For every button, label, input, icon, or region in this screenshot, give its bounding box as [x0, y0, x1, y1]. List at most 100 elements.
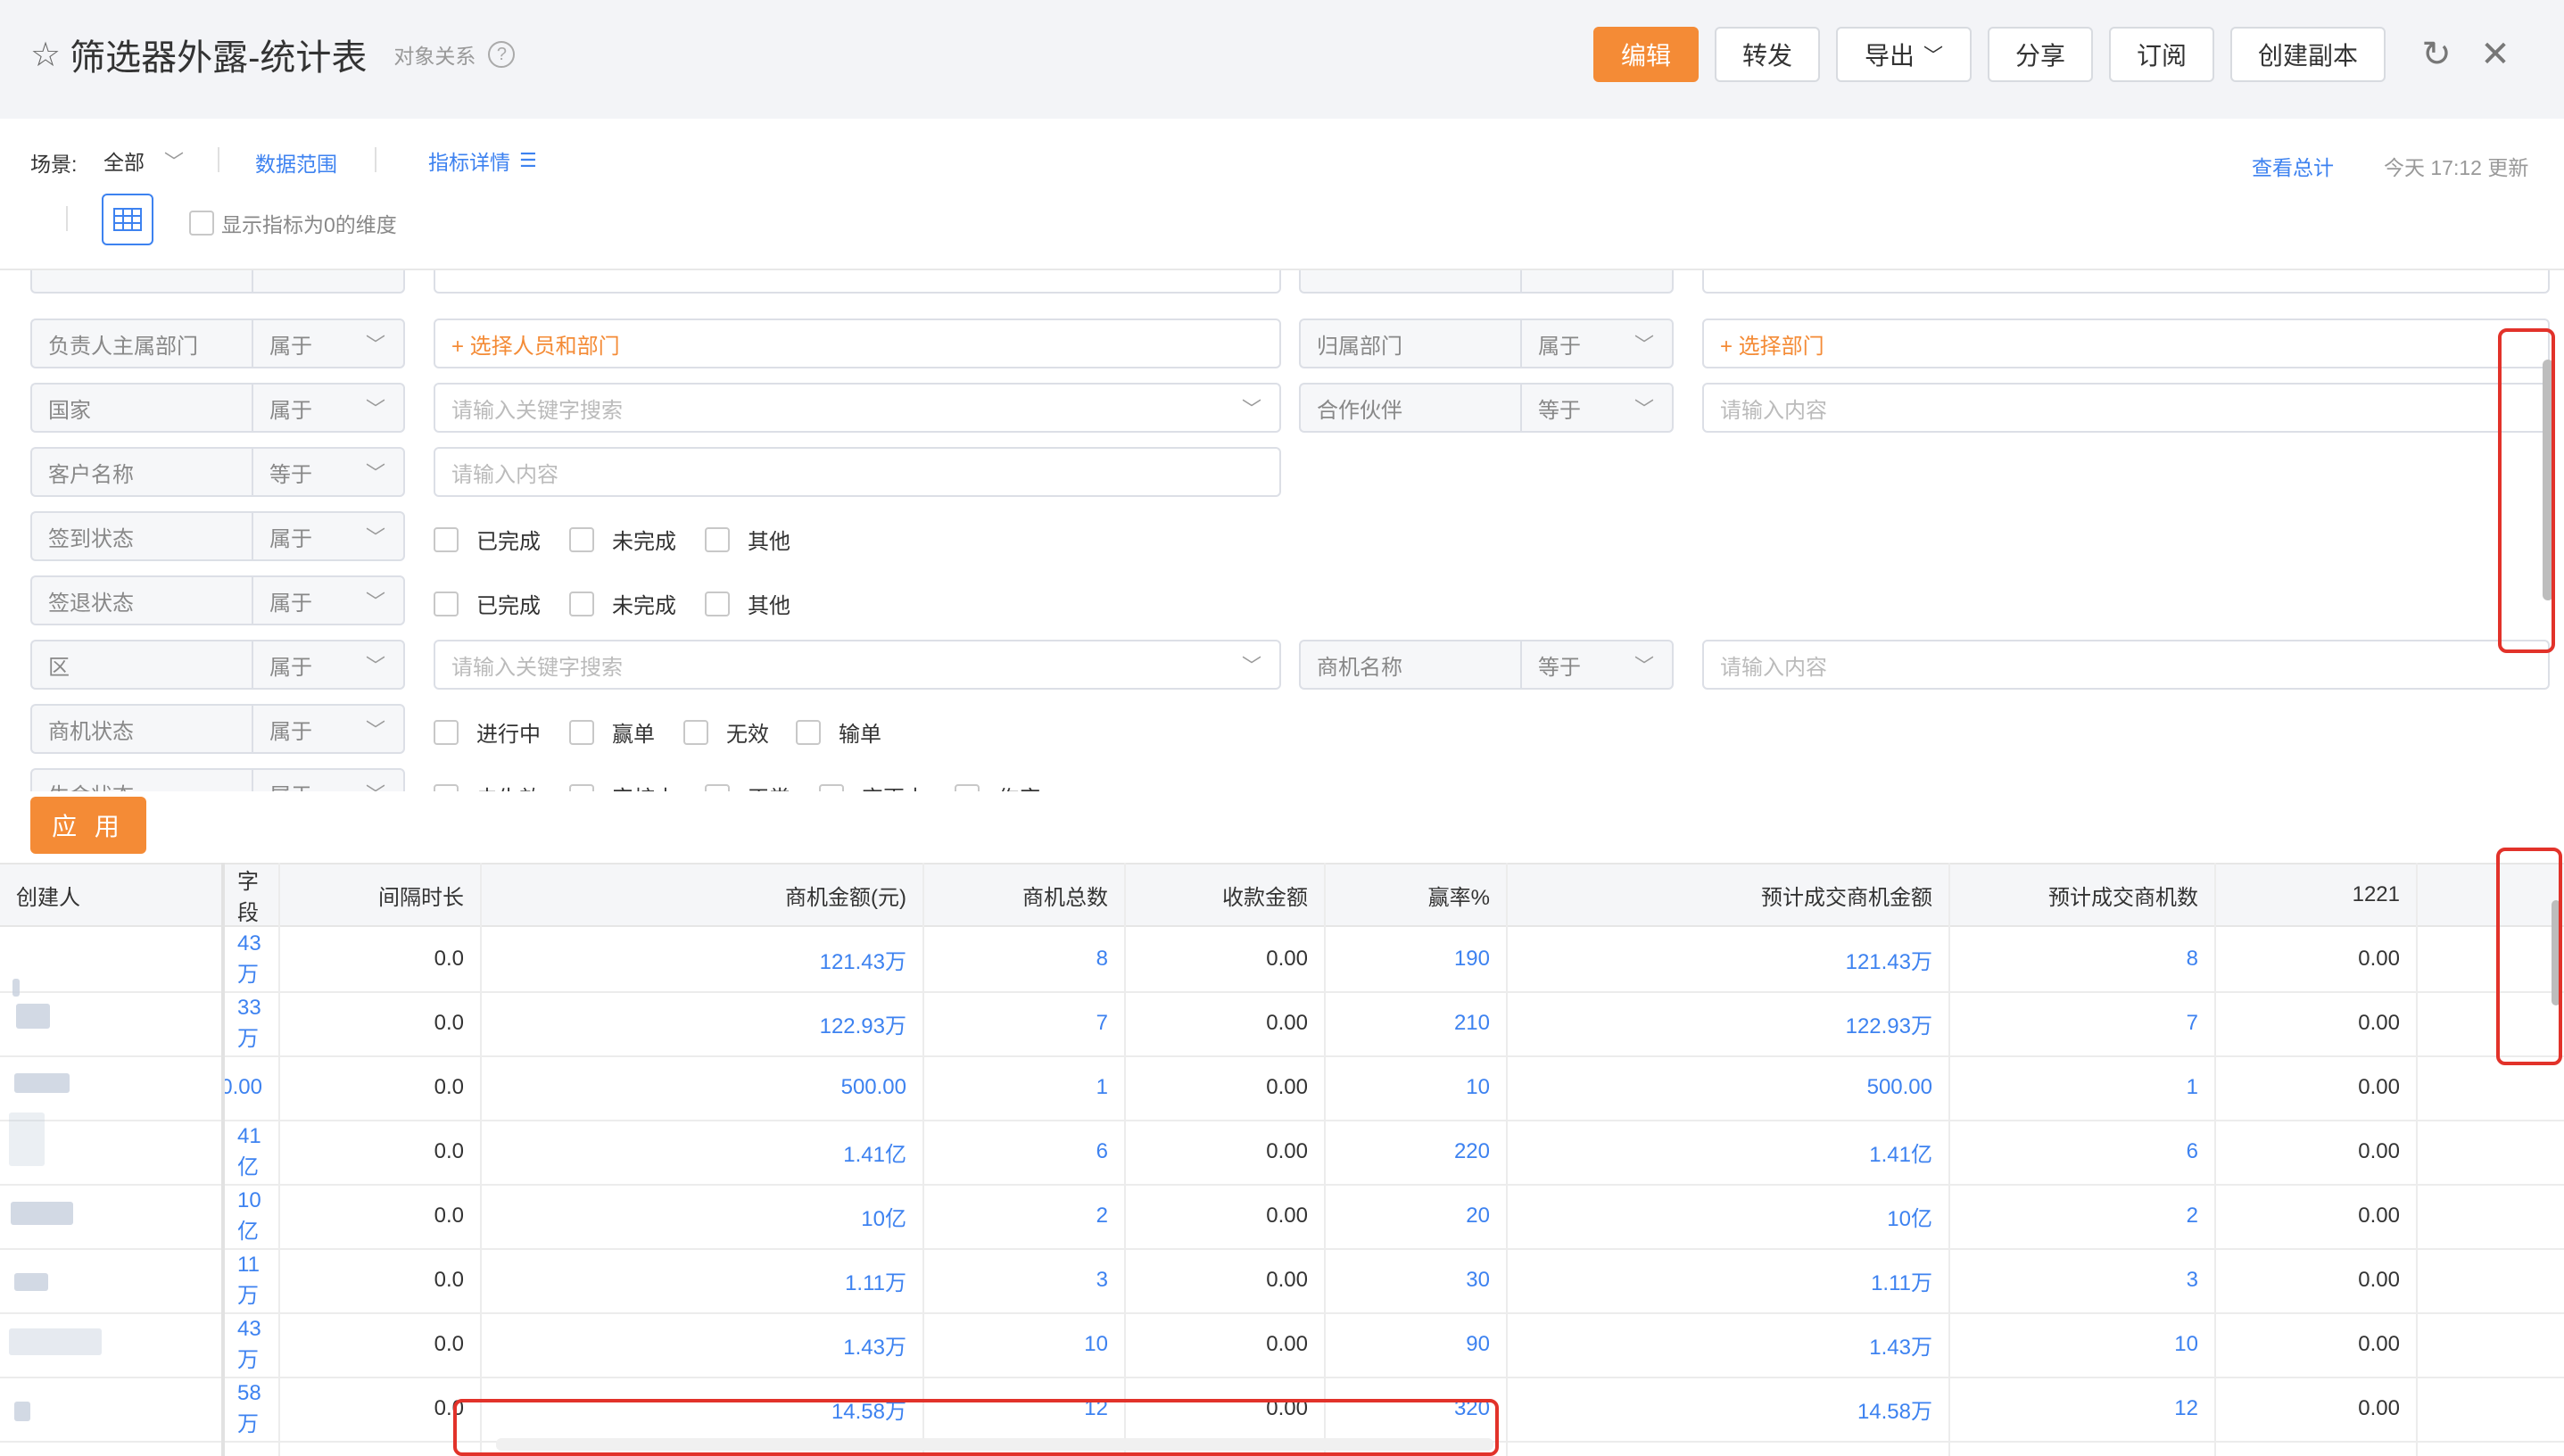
checkbox[interactable]: [569, 783, 594, 791]
filter-operator-select[interactable]: 属于 ﹀: [252, 318, 405, 368]
checkout-other-option[interactable]: 其他: [705, 588, 790, 619]
status-invalid-option[interactable]: 无效: [683, 716, 769, 748]
checkbox[interactable]: [434, 719, 459, 745]
table-cell[interactable]: 3: [922, 1248, 1124, 1312]
table-cell[interactable]: 121.43万: [480, 927, 922, 991]
table-cell[interactable]: 6: [922, 1120, 1124, 1184]
checkbox[interactable]: [569, 591, 594, 616]
table-cell[interactable]: 10: [1948, 1312, 2214, 1377]
select-people-input[interactable]: + 选择人员和部门: [434, 318, 1281, 368]
checkbox[interactable]: [189, 211, 214, 236]
checkin-undone-option[interactable]: 未完成: [569, 524, 676, 555]
filter-operator-select[interactable]: 属于 ﹀: [252, 768, 405, 791]
checkbox[interactable]: [955, 783, 980, 791]
country-search-select[interactable]: 请输入关键字搜索 ﹀: [434, 383, 1281, 433]
life-status-option[interactable]: 变更中: [819, 781, 926, 791]
checkbox[interactable]: [796, 719, 821, 745]
column-header[interactable]: 创建人: [0, 863, 221, 927]
share-button[interactable]: 分享: [1988, 27, 2093, 82]
checkbox[interactable]: [569, 719, 594, 745]
create-copy-button[interactable]: 创建副本: [2230, 27, 2386, 82]
checkbox[interactable]: [705, 783, 730, 791]
life-status-option[interactable]: 审核中: [569, 781, 676, 791]
column-header[interactable]: 字段: [221, 863, 278, 927]
table-cell[interactable]: 1.11万: [480, 1248, 922, 1312]
table-cell[interactable]: 210: [1324, 991, 1506, 1055]
metric-detail-link[interactable]: 指标详情 ☰: [428, 145, 537, 176]
refresh-icon[interactable]: ↻: [2414, 32, 2459, 77]
forward-button[interactable]: 转发: [1715, 27, 1820, 82]
table-cell[interactable]: 10亿: [1506, 1184, 1948, 1248]
data-range-link[interactable]: 数据范围: [255, 147, 337, 178]
table-cell[interactable]: 7: [1948, 991, 2214, 1055]
filter-operator-select[interactable]: 等于 ﹀: [1520, 383, 1674, 433]
customer-input[interactable]: 请输入内容: [434, 447, 1281, 497]
checkout-undone-option[interactable]: 未完成: [569, 588, 676, 619]
table-cell[interactable]: 220: [1324, 1120, 1506, 1184]
column-header[interactable]: 预计成交商机数: [1948, 863, 2214, 927]
column-header[interactable]: 商机金额(元): [480, 863, 922, 927]
table-cell[interactable]: 1.43万: [480, 1312, 922, 1377]
table-cell[interactable]: 33万: [221, 991, 278, 1055]
checkbox[interactable]: [569, 526, 594, 552]
life-status-option[interactable]: 未生效: [434, 781, 541, 791]
edit-button[interactable]: 编辑: [1593, 27, 1699, 82]
table-cell[interactable]: 10: [922, 1312, 1124, 1377]
select-dept-input[interactable]: + 选择部门: [1702, 318, 2550, 368]
table-cell[interactable]: 122.93万: [1506, 991, 1948, 1055]
scene-select[interactable]: 全部 ﹀: [103, 145, 184, 176]
filter-operator-cutoff[interactable]: [1520, 270, 1674, 294]
table-cell[interactable]: 190: [1324, 927, 1506, 991]
table-cell[interactable]: 14.58万: [1506, 1377, 1948, 1441]
checkbox[interactable]: [434, 783, 459, 791]
filter-operator-select[interactable]: 等于 ﹀: [252, 447, 405, 497]
table-cell[interactable]: 1: [1948, 1055, 2214, 1120]
table-cell[interactable]: 1.43万: [1506, 1312, 1948, 1377]
column-header[interactable]: 收款金额: [1124, 863, 1324, 927]
checkbox[interactable]: [705, 591, 730, 616]
table-cell[interactable]: 500.00: [1506, 1055, 1948, 1120]
checkin-done-option[interactable]: 已完成: [434, 524, 541, 555]
table-cell[interactable]: 11万: [221, 1248, 278, 1312]
view-total-link[interactable]: 查看总计: [2252, 151, 2334, 181]
checkbox[interactable]: [434, 591, 459, 616]
table-cell[interactable]: 1: [922, 1055, 1124, 1120]
table-cell[interactable]: 8: [1948, 927, 2214, 991]
column-header[interactable]: 间隔时长: [278, 863, 480, 927]
filter-operator-select[interactable]: 属于 ﹀: [1520, 318, 1674, 368]
life-status-option[interactable]: 正常: [705, 781, 790, 791]
table-cell[interactable]: 121.43万: [1506, 927, 1948, 991]
status-won-option[interactable]: 赢单: [569, 716, 655, 748]
partner-input[interactable]: 请输入内容: [1702, 383, 2550, 433]
table-cell[interactable]: 10亿: [480, 1184, 922, 1248]
district-search-select[interactable]: 请输入关键字搜索 ﹀: [434, 640, 1281, 690]
subscribe-button[interactable]: 订阅: [2109, 27, 2214, 82]
checkout-done-option[interactable]: 已完成: [434, 588, 541, 619]
question-circle-icon[interactable]: ?: [488, 41, 516, 68]
table-cell[interactable]: 30: [1324, 1248, 1506, 1312]
table-cell[interactable]: 90: [1324, 1312, 1506, 1377]
table-cell[interactable]: 43万: [221, 927, 278, 991]
column-header[interactable]: 赢率%: [1324, 863, 1506, 927]
filter-operator-cutoff[interactable]: [252, 270, 405, 294]
table-cell[interactable]: 3: [1948, 1248, 2214, 1312]
apply-button[interactable]: 应 用: [30, 797, 146, 854]
status-in-progress-option[interactable]: 进行中: [434, 716, 541, 748]
opp-name-input[interactable]: 请输入内容: [1702, 640, 2550, 690]
close-icon[interactable]: ✕: [2473, 32, 2518, 77]
table-cell[interactable]: 58万: [221, 1377, 278, 1441]
table-cell[interactable]: 122.93万: [480, 991, 922, 1055]
export-button[interactable]: 导出 ﹀: [1836, 27, 1972, 82]
table-cell[interactable]: 12: [1948, 1377, 2214, 1441]
table-cell[interactable]: 41亿: [221, 1120, 278, 1184]
table-cell[interactable]: 1.41亿: [1506, 1120, 1948, 1184]
status-lost-option[interactable]: 输单: [796, 716, 881, 748]
filter-operator-select[interactable]: 属于 ﹀: [252, 575, 405, 625]
table-cell[interactable]: 2: [922, 1184, 1124, 1248]
life-status-option[interactable]: 作废: [955, 781, 1040, 791]
show-zero-checkbox[interactable]: 显示指标为0的维度: [189, 208, 397, 238]
table-cell[interactable]: 2: [1948, 1184, 2214, 1248]
column-header[interactable]: 1221: [2214, 863, 2416, 927]
table-cell[interactable]: 10: [1324, 1055, 1506, 1120]
filter-operator-select[interactable]: 属于 ﹀: [252, 511, 405, 561]
